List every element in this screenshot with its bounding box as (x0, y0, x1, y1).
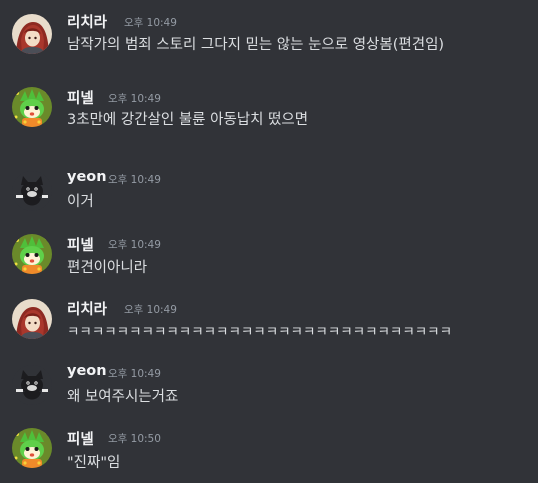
black-cat-avatar-icon[interactable] (12, 365, 52, 405)
red-haired-character-avatar-icon[interactable] (12, 14, 52, 54)
timestamp: 오후 10:49 (108, 239, 161, 251)
username[interactable]: 리치라 (67, 11, 107, 32)
message-text: 3초만에 강간살인 불륜 아동납치 떴으면 (67, 112, 309, 128)
username[interactable]: 피넬 (67, 234, 94, 255)
green-creature-avatar-icon[interactable] (12, 428, 52, 468)
green-creature-avatar-icon[interactable] (12, 87, 52, 127)
timestamp: 오후 10:49 (124, 304, 177, 316)
message-text: 이거 (67, 194, 94, 210)
red-haired-character-avatar-icon[interactable] (12, 299, 52, 339)
timestamp: 오후 10:49 (108, 368, 161, 380)
message-text: ㅋㅋㅋㅋㅋㅋㅋㅋㅋㅋㅋㅋㅋㅋㅋㅋㅋㅋㅋㅋㅋㅋㅋㅋㅋㅋㅋㅋㅋㅋㅋ (67, 324, 453, 340)
timestamp: 오후 10:49 (124, 17, 177, 29)
message-text: 남작가의 범죄 스토리 그다지 믿는 않는 눈으로 영상봄(편견임) (67, 37, 445, 53)
username[interactable]: 피넬 (67, 87, 94, 108)
timestamp: 오후 10:50 (108, 433, 161, 445)
username[interactable]: 피넬 (67, 428, 94, 449)
chat-message-list: 리치라 오후 10:49 남작가의 범죄 스토리 그다지 믿는 않는 눈으로 영… (0, 0, 538, 483)
username[interactable]: yeon (67, 169, 107, 185)
timestamp: 오후 10:49 (108, 93, 161, 105)
username[interactable]: 리치라 (67, 298, 107, 319)
black-cat-avatar-icon[interactable] (12, 171, 52, 211)
timestamp: 오후 10:49 (108, 174, 161, 186)
message-text: 왜 보여주시는거죠 (67, 389, 179, 405)
green-creature-avatar-icon[interactable] (12, 234, 52, 274)
username[interactable]: yeon (67, 363, 107, 379)
message-text: 편견이아니라 (67, 260, 148, 276)
message-text: "진짜"임 (67, 455, 121, 471)
